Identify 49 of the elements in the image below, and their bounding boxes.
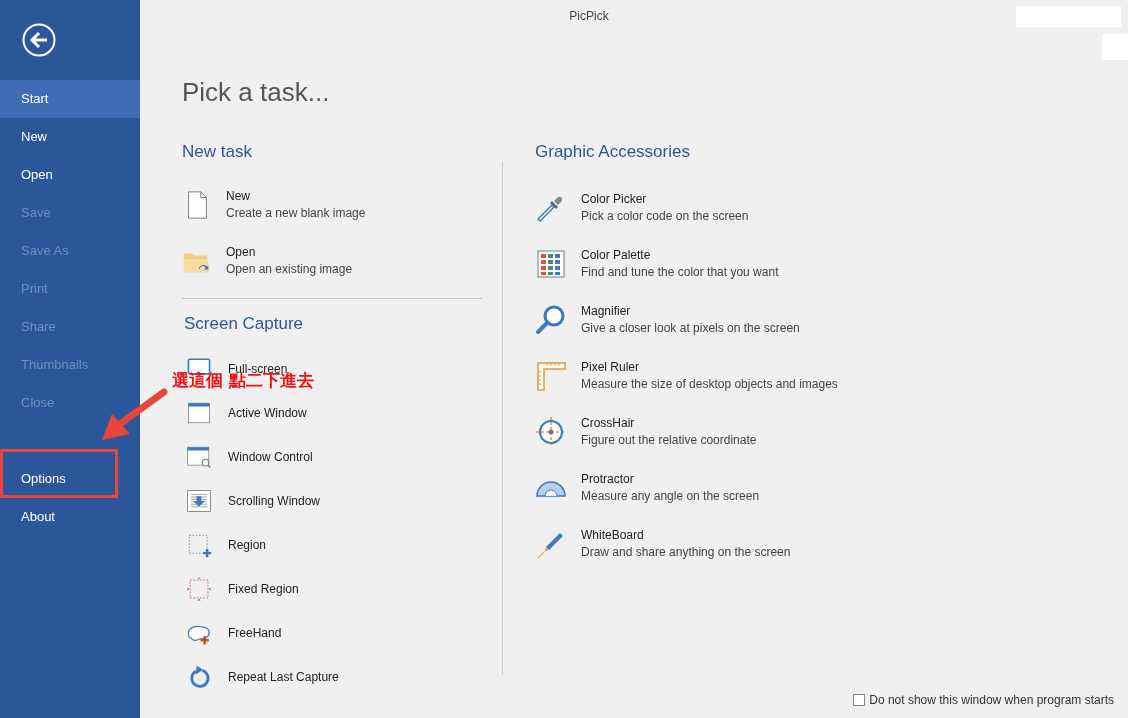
task-title[interactable]: Open	[226, 244, 353, 261]
task-description: Measure any angle on the screen	[581, 488, 760, 505]
fixed-region-icon	[186, 576, 212, 602]
task-title[interactable]: Fixed Region	[228, 580, 299, 598]
task-title[interactable]: Pixel Ruler	[581, 359, 838, 376]
task-description: Figure out the relative coordinate	[581, 432, 757, 449]
page-heading: Pick a task...	[182, 76, 330, 108]
sidebar-item[interactable]: About	[0, 498, 140, 536]
sidebar-item[interactable]: Options	[0, 460, 140, 498]
pointer-arrow	[100, 388, 168, 442]
section-title: Graphic Accessories	[535, 141, 691, 163]
task-description: Draw and share anything on the screen	[581, 544, 791, 561]
active-window-icon	[186, 400, 212, 426]
task-title[interactable]: Active Window	[228, 404, 307, 422]
magnifier-icon	[535, 304, 567, 336]
section-title: Screen Capture	[184, 313, 305, 335]
sidebar-item[interactable]: Start	[0, 80, 140, 118]
task-description: Open an existing image	[226, 261, 353, 278]
task-description: Measure the size of desktop objects and images	[581, 376, 838, 393]
task-title[interactable]: Scrolling Window	[228, 492, 321, 510]
window-title: PicPick	[569, 9, 609, 23]
region-icon	[186, 532, 212, 558]
sidebar-item[interactable]: New	[0, 118, 140, 156]
scrolling-icon	[186, 488, 212, 514]
task-title[interactable]: CrossHair	[581, 415, 757, 432]
task-description: Find and tune the color that you want	[581, 264, 779, 281]
window-control-icon	[186, 444, 212, 470]
section-title: New task	[182, 141, 253, 163]
task-title[interactable]: FreeHand	[228, 624, 282, 642]
annotation-text: 選這個 點二下進去	[172, 372, 314, 388]
task-title[interactable]: WhiteBoard	[581, 527, 791, 544]
checkbox[interactable]	[853, 694, 866, 706]
sidebar-item[interactable]: Open	[0, 156, 140, 194]
task-description: Create a new blank image	[226, 205, 366, 222]
back-icon[interactable]	[22, 23, 56, 57]
task-title[interactable]: Window Control	[228, 448, 313, 466]
task-title[interactable]: Magnifier	[581, 303, 800, 320]
task-title[interactable]: Repeat Last Capture	[228, 668, 339, 686]
crosshair-icon	[535, 416, 567, 448]
task-title[interactable]: Color Picker	[581, 191, 749, 208]
checkbox-label: Do not show this window when program starts	[869, 693, 1114, 707]
task-title[interactable]: Region	[228, 536, 267, 554]
ruler-icon	[535, 360, 567, 392]
task-description: Give a closer look at pixels on the screen	[581, 320, 800, 337]
task-title[interactable]: Color Palette	[581, 247, 779, 264]
task-description: Pick a color code on the screen	[581, 208, 749, 225]
task-title[interactable]: Protractor	[581, 471, 760, 488]
task-title[interactable]: New	[226, 188, 366, 205]
palette-icon	[535, 248, 567, 280]
